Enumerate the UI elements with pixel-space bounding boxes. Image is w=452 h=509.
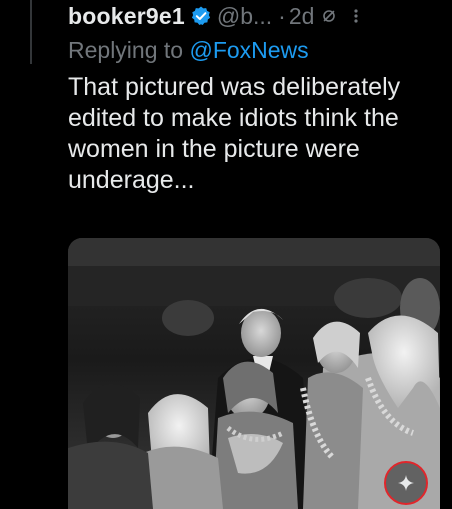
tweet-reply[interactable]: booker9e1 @b... · 2d Replying to @FoxNew… bbox=[68, 0, 452, 196]
tweet-header: booker9e1 @b... · 2d bbox=[68, 0, 452, 34]
grok-button[interactable] bbox=[384, 461, 428, 505]
more-options-icon[interactable] bbox=[351, 5, 361, 27]
replying-to-label: Replying to bbox=[68, 37, 190, 63]
grok-sparkle-icon bbox=[398, 475, 414, 491]
photo-image bbox=[68, 238, 440, 509]
separator-dot: · bbox=[278, 2, 286, 29]
thread-connector-line bbox=[30, 0, 32, 64]
verified-badge-icon bbox=[190, 5, 212, 27]
tweet-photo[interactable] bbox=[68, 238, 440, 509]
reply-mention-link[interactable]: @FoxNews bbox=[189, 37, 308, 63]
display-name[interactable]: booker9e1 bbox=[68, 3, 185, 30]
replying-to-line: Replying to @FoxNews bbox=[68, 34, 452, 66]
tweet-text: That pictured was deliberately edited to… bbox=[68, 73, 401, 194]
edited-icon bbox=[321, 8, 337, 24]
user-handle[interactable]: @b... bbox=[217, 3, 272, 30]
timestamp[interactable]: 2d bbox=[289, 3, 315, 30]
